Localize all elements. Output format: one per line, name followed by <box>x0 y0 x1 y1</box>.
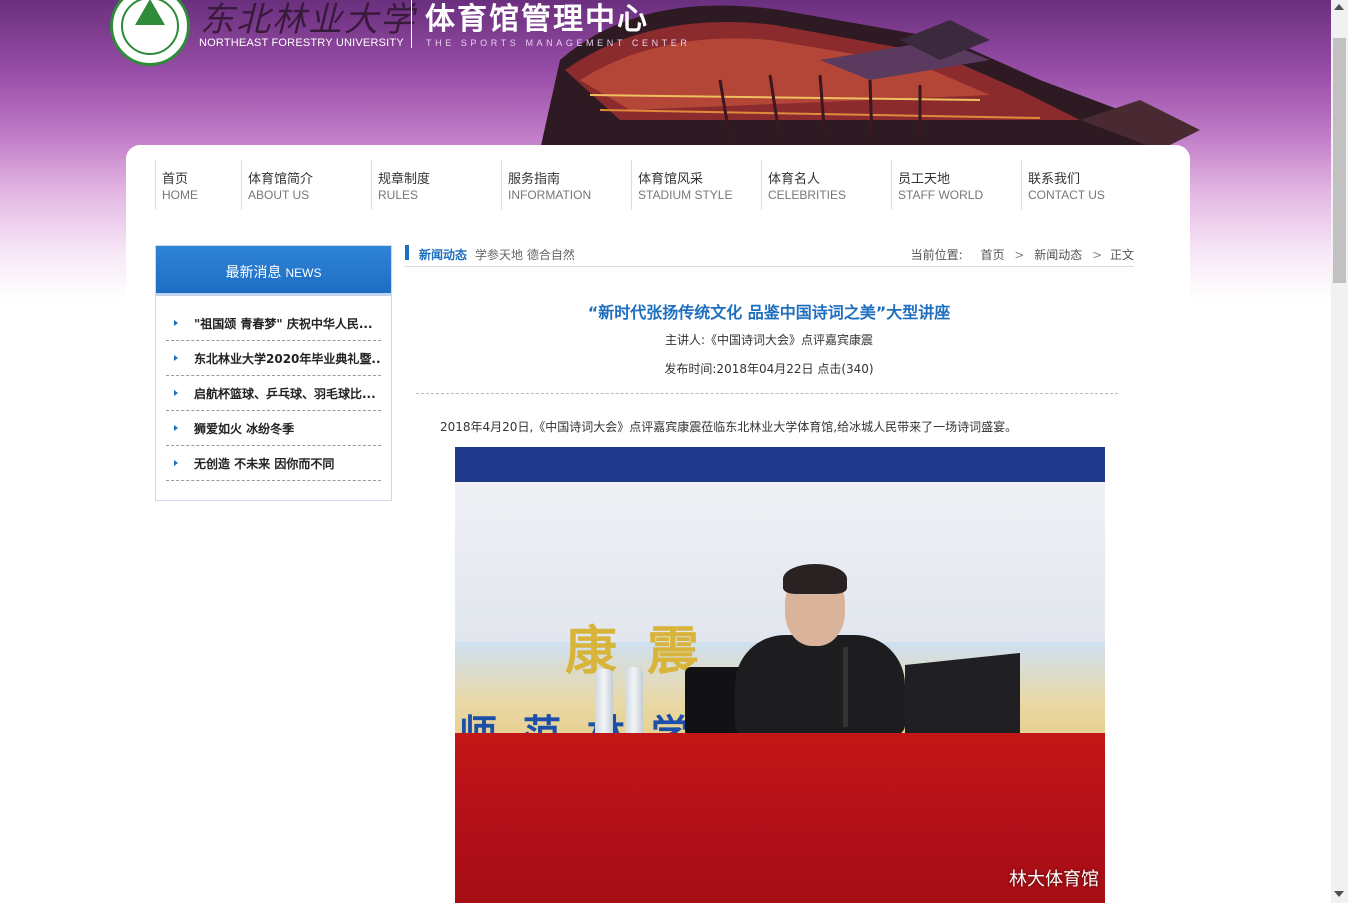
breadcrumb-separator: > <box>1014 248 1025 262</box>
breadcrumb-separator: > <box>1092 248 1103 262</box>
school-name-en: NORTHEAST FORESTRY UNIVERSITY <box>199 37 404 49</box>
news-list-item[interactable]: 启航杯篮球、乒乓球、羽毛球比... <box>166 376 381 411</box>
nav-item-celebrities[interactable]: 体育名人 CELEBRITIES <box>761 160 891 210</box>
section-motto: 学参天地 德合自然 <box>475 248 575 262</box>
news-link[interactable]: 无创造 不未来 因你而不同 <box>194 455 380 472</box>
nav-label-cn: 体育馆风采 <box>638 172 704 187</box>
nav-label-en: STAFF WORLD <box>898 188 984 202</box>
nav-label-en: HOME <box>162 188 198 202</box>
photo-table <box>455 733 1105 903</box>
news-list-item[interactable]: 狮爱如火 冰纷冬季 <box>166 411 381 446</box>
photo-microphone <box>843 647 848 727</box>
article-paragraph: 2018年4月20日,《中国诗词大会》点评嘉宾康震莅临东北林业大学体育馆,给冰城… <box>440 420 1018 434</box>
university-seal-icon[interactable] <box>110 0 190 66</box>
scroll-down-arrow-icon[interactable] <box>1334 891 1344 897</box>
breadcrumb-label: 当前位置: <box>910 248 963 262</box>
news-sidebar: 最新消息 NEWS "祖国颂 青春梦" 庆祝中华人民... 东北林业大学2020年… <box>155 245 392 501</box>
nav-item-about[interactable]: 体育馆简介 ABOUT US <box>241 160 371 210</box>
nav-item-staff-world[interactable]: 员工天地 STAFF WORLD <box>891 160 1021 210</box>
article-meta: 发布时间:2018年04月22日 点击(340) <box>664 362 874 376</box>
breadcrumb-current: 正文 <box>1109 248 1134 262</box>
nav-label-en: STADIUM STYLE <box>638 188 733 202</box>
nav-item-home[interactable]: 首页 HOME <box>155 160 241 210</box>
nav-label-cn: 联系我们 <box>1028 172 1081 187</box>
nav-label-en: CONTACT US <box>1028 188 1105 202</box>
nav-label-en: ABOUT US <box>248 188 310 202</box>
main-nav: 首页 HOME 体育馆简介 ABOUT US 规章制度 RULES 服务指南 I… <box>155 160 1151 210</box>
center-name-cn: 体育馆管理中心 <box>425 2 649 37</box>
article-title: “新时代张扬传统文化 品鉴中国诗词之美”大型讲座 <box>587 303 951 322</box>
header-divider <box>411 0 412 48</box>
photo-ceiling <box>455 447 1105 482</box>
photo-wall <box>455 482 1105 642</box>
section-marker <box>405 245 409 260</box>
breadcrumb: 当前位置: 首页 > 新闻动态 > 正文 <box>905 246 1134 263</box>
nav-label-en: RULES <box>378 188 419 202</box>
photo-speaker-hair <box>783 564 847 594</box>
news-link[interactable]: 启航杯篮球、乒乓球、羽毛球比... <box>194 385 380 402</box>
nav-label-en: CELEBRITIES <box>768 188 847 202</box>
article-divider <box>416 393 1118 394</box>
sidebar-title-cn: 最新消息 <box>225 265 282 281</box>
bullet-arrow-icon <box>174 320 178 326</box>
breadcrumb-bar: 新闻动态 学参天地 德合自然 当前位置: 首页 > 新闻动态 > 正文 <box>404 245 1134 267</box>
nav-label-cn: 体育名人 <box>768 172 821 187</box>
nav-label-en: INFORMATION <box>508 188 592 202</box>
scroll-up-arrow-icon[interactable] <box>1334 4 1344 10</box>
news-link[interactable]: 狮爱如火 冰纷冬季 <box>194 420 380 437</box>
photo-speaker-body <box>735 635 905 735</box>
news-link[interactable]: "祖国颂 青春梦" 庆祝中华人民... <box>194 315 380 332</box>
breadcrumb-home[interactable]: 首页 <box>981 248 1005 262</box>
article-photo: 康震 师范林学院 林大体育馆 <box>455 447 1105 903</box>
seal-tree-icon <box>135 0 165 25</box>
nav-item-contact[interactable]: 联系我们 CONTACT US <box>1021 160 1151 210</box>
nav-label-cn: 首页 <box>162 172 189 187</box>
nav-label-cn: 服务指南 <box>508 172 561 187</box>
article-area: 新闻动态 学参天地 德合自然 当前位置: 首页 > 新闻动态 > 正文 “新时代… <box>404 245 1134 434</box>
bullet-arrow-icon <box>174 425 178 431</box>
breadcrumb-section[interactable]: 新闻动态 <box>1034 248 1082 262</box>
nav-item-stadium-style[interactable]: 体育馆风采 STADIUM STYLE <box>631 160 761 210</box>
bullet-arrow-icon <box>174 390 178 396</box>
news-list-item[interactable]: 东北林业大学2020年毕业典礼暨... <box>166 341 381 376</box>
section-title: 新闻动态 <box>419 248 468 262</box>
news-list-item[interactable]: 无创造 不未来 因你而不同 <box>166 446 381 481</box>
photo-bottle <box>595 669 613 739</box>
center-name-en: THE SPORTS MANAGEMENT CENTER <box>426 38 691 48</box>
scrollbar-thumb[interactable] <box>1333 38 1346 283</box>
nav-label-cn: 体育馆简介 <box>248 172 314 187</box>
sidebar-title-en: NEWS <box>285 266 322 280</box>
bullet-arrow-icon <box>174 355 178 361</box>
sidebar-header: 最新消息 NEWS <box>156 246 391 296</box>
nav-label-cn: 规章制度 <box>378 172 431 187</box>
nav-label-cn: 员工天地 <box>898 172 951 187</box>
nav-item-rules[interactable]: 规章制度 RULES <box>371 160 501 210</box>
photo-laptop <box>905 652 1020 746</box>
article-speaker: 主讲人:《中国诗词大会》点评嘉宾康震 <box>664 333 874 347</box>
nav-item-information[interactable]: 服务指南 INFORMATION <box>501 160 631 210</box>
news-list: "祖国颂 青春梦" 庆祝中华人民... 东北林业大学2020年毕业典礼暨... … <box>156 296 391 481</box>
photo-bottle <box>625 667 643 737</box>
news-list-item[interactable]: "祖国颂 青春梦" 庆祝中华人民... <box>166 306 381 341</box>
photo-watermark: 林大体育馆 <box>1009 869 1099 890</box>
news-link[interactable]: 东北林业大学2020年毕业典礼暨... <box>194 350 380 367</box>
school-name-cn: 东北林业大学 <box>200 0 416 40</box>
bullet-arrow-icon <box>174 460 178 466</box>
